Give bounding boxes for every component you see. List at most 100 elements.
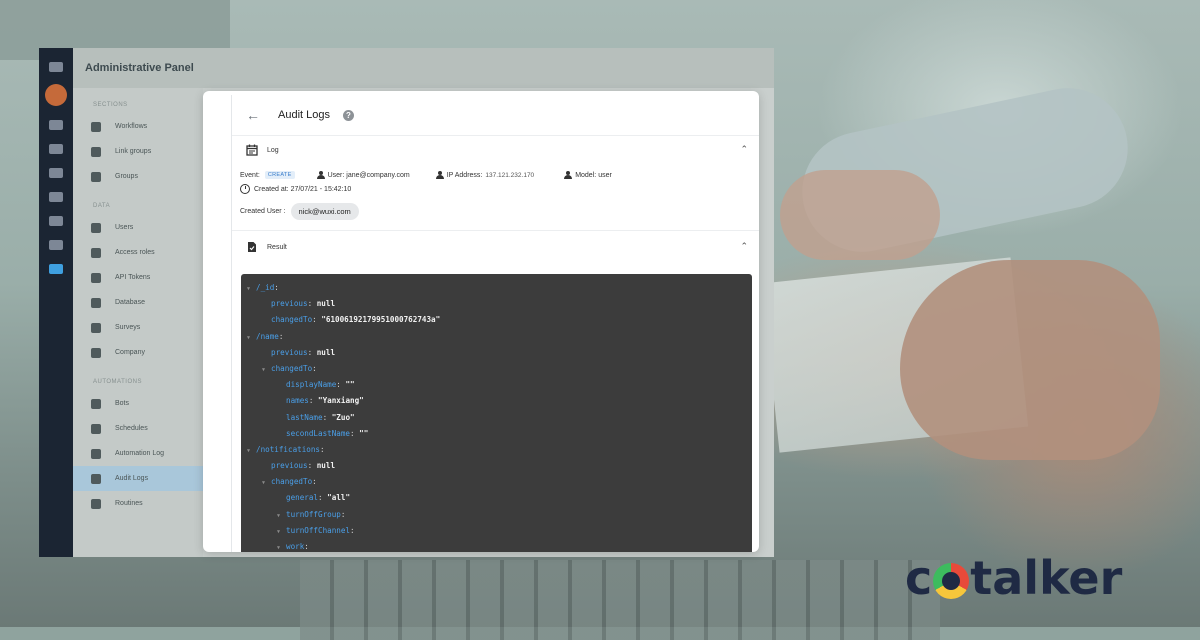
expand-triangle-icon[interactable]: ▼ bbox=[262, 362, 271, 378]
code-key: changedTo bbox=[271, 477, 313, 487]
code-separator: : bbox=[308, 396, 319, 406]
code-key: lastName bbox=[286, 412, 323, 422]
code-line: previous: null bbox=[241, 458, 752, 474]
code-separator: : bbox=[307, 461, 317, 471]
sidebar-item-label: API Tokens bbox=[115, 274, 151, 281]
sidebar-item-routines[interactable]: Routines bbox=[73, 491, 203, 516]
sidebar-item-access-roles[interactable]: Access roles bbox=[73, 240, 203, 265]
code-separator: : bbox=[322, 412, 332, 422]
audit-log-content: ← Audit Logs ? Log ⌃ Event: CREATE User:… bbox=[231, 95, 759, 552]
sidebar-section-label: SECTIONS bbox=[93, 102, 128, 108]
nav-rail bbox=[39, 48, 73, 557]
expand-triangle-icon[interactable]: ▼ bbox=[277, 524, 286, 540]
sidebar-item-audit-logs[interactable]: Audit Logs bbox=[73, 466, 203, 491]
database-icon bbox=[91, 297, 101, 308]
code-value: null bbox=[316, 299, 336, 309]
chevron-up-icon[interactable]: ⌃ bbox=[740, 144, 748, 155]
sidebar-item-users[interactable]: Users bbox=[73, 215, 203, 240]
log-section-header[interactable]: Log ⌃ bbox=[232, 136, 759, 164]
code-separator: : bbox=[320, 444, 325, 454]
ip-value: 137.121.232.170 bbox=[485, 171, 535, 179]
logo-text-right: talker bbox=[970, 551, 1123, 605]
sidebar-item-schedules[interactable]: Schedules bbox=[73, 416, 203, 441]
avatar[interactable] bbox=[45, 84, 67, 106]
sidebar-item-groups[interactable]: Groups bbox=[73, 164, 203, 189]
logo-text-left: c bbox=[905, 551, 933, 605]
sidebar-item-api-tokens[interactable]: API Tokens bbox=[73, 265, 203, 290]
code-line: ▼ changedTo: bbox=[241, 474, 752, 490]
expand-triangle-icon[interactable]: ▼ bbox=[277, 540, 286, 552]
logo-mark-icon bbox=[933, 563, 970, 599]
chart-icon[interactable] bbox=[49, 144, 63, 154]
routine-icon bbox=[91, 498, 101, 509]
sidebar-item-automation-log[interactable]: Automation Log bbox=[73, 441, 203, 466]
expand-triangle-icon[interactable]: ▼ bbox=[247, 281, 256, 297]
audit-icon bbox=[91, 473, 101, 484]
section-label: Log bbox=[267, 146, 279, 154]
company-icon bbox=[91, 347, 101, 358]
sidebar-item-label: Automation Log bbox=[115, 450, 165, 457]
expand-triangle-icon[interactable]: ▼ bbox=[277, 508, 286, 524]
sidebar-item-workflows[interactable]: Workflows bbox=[73, 114, 203, 139]
result-section-header[interactable]: Result ⌃ bbox=[232, 233, 759, 261]
divider bbox=[232, 230, 759, 231]
sidebar-item-surveys[interactable]: Surveys bbox=[73, 315, 203, 340]
model-label: Model: bbox=[575, 171, 597, 179]
person-icon bbox=[564, 171, 573, 179]
sidebar-item-label: Groups bbox=[115, 173, 138, 180]
code-separator: : bbox=[340, 509, 346, 519]
sidebar-item-company[interactable]: Company bbox=[73, 340, 203, 365]
bot-icon bbox=[91, 398, 101, 409]
ip-label: IP Address: bbox=[446, 171, 483, 179]
people-icon[interactable] bbox=[49, 168, 63, 178]
home-icon[interactable] bbox=[49, 120, 63, 130]
chevron-up-icon[interactable]: ⌃ bbox=[740, 241, 748, 252]
admin-title: Administrative Panel bbox=[73, 48, 774, 88]
code-line: secondLastName: "" bbox=[241, 426, 752, 442]
code-separator: : bbox=[274, 283, 279, 292]
code-value: "" bbox=[359, 428, 369, 438]
document-icon bbox=[248, 242, 256, 252]
expand-triangle-icon[interactable]: ▼ bbox=[247, 443, 256, 459]
doc-icon[interactable] bbox=[49, 216, 63, 226]
sidebar-item-label: Bots bbox=[115, 400, 130, 407]
sidebar-item-bots[interactable]: Bots bbox=[73, 391, 203, 416]
user-value: jane@company.com bbox=[346, 171, 410, 179]
expand-triangle-icon[interactable]: ▼ bbox=[247, 330, 256, 346]
sidebar-item-label: Company bbox=[115, 349, 145, 356]
code-separator: : bbox=[304, 542, 309, 551]
sidebar-item-database[interactable]: Database bbox=[73, 290, 203, 315]
link-icon bbox=[91, 146, 101, 157]
code-line: changedTo: "61006192179951000762743a" bbox=[241, 312, 752, 328]
back-arrow-icon[interactable]: ← bbox=[246, 107, 264, 123]
code-key: names bbox=[286, 396, 309, 406]
help-icon[interactable]: ? bbox=[342, 109, 354, 121]
code-separator: : bbox=[312, 315, 322, 325]
created-user-label: Created User : bbox=[240, 207, 286, 215]
code-separator: : bbox=[312, 477, 317, 487]
json-diff-viewer[interactable]: ▼/_id: previous: null changedTo: "61006192… bbox=[241, 274, 752, 552]
code-key: turnOffGroup bbox=[286, 509, 341, 519]
status-badge: CREATE bbox=[264, 171, 295, 179]
code-line: displayName: "" bbox=[241, 377, 752, 393]
schedule-icon bbox=[91, 423, 101, 434]
code-key: general bbox=[286, 493, 319, 503]
token-icon bbox=[91, 272, 101, 283]
settings-icon[interactable] bbox=[49, 192, 63, 202]
expand-triangle-icon[interactable]: ▼ bbox=[262, 475, 271, 491]
user-icon bbox=[91, 222, 101, 233]
code-value: "61006192179951000762743a" bbox=[321, 315, 441, 325]
calendar-icon bbox=[246, 144, 258, 156]
code-value: "Zuo" bbox=[331, 412, 355, 422]
sidebar-item-label: Access roles bbox=[115, 249, 155, 256]
sidebar-item-link-groups[interactable]: Link groups bbox=[73, 139, 203, 164]
admin-sidebar: SECTIONS Workflows Link groups Groups DA… bbox=[73, 88, 203, 557]
person-icon bbox=[435, 171, 444, 179]
calendar-icon[interactable] bbox=[49, 240, 63, 250]
code-key: /notifications bbox=[256, 444, 321, 454]
person-icon bbox=[316, 171, 325, 179]
sidebar-section-label: DATA bbox=[93, 203, 111, 209]
admin-icon[interactable] bbox=[49, 264, 63, 274]
menu-icon[interactable] bbox=[49, 62, 63, 72]
created-user-chip[interactable]: nick@wuxi.com bbox=[290, 202, 359, 220]
